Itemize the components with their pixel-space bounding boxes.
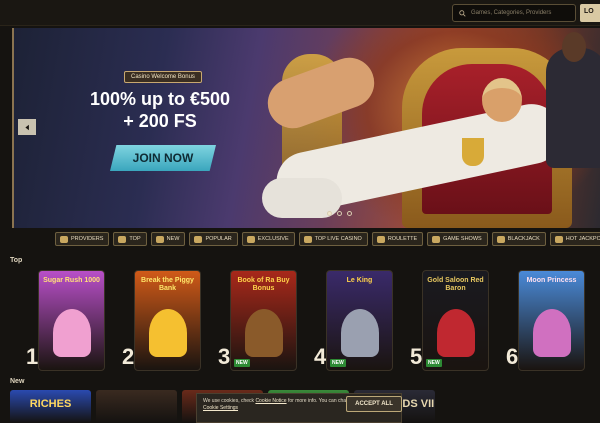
top-games-row: 1 Sugar Rush 1000 2 Break the Piggy Bank 3 Bo… (26, 270, 600, 374)
game-title: Sugar Rush 1000 (43, 277, 100, 284)
exclusive-icon (246, 235, 255, 243)
login-button[interactable]: LO (580, 4, 600, 22)
game-title: RICHES (29, 398, 72, 410)
category-bar: PROVIDERS TOP NEW POPULAR EXCLUSIVE TOP LIVE … (55, 232, 600, 246)
category-chip[interactable]: ROULETTE (371, 232, 424, 246)
carousel-dots (327, 211, 352, 216)
standing-man-art (546, 48, 600, 168)
jackpot-icon (554, 235, 563, 243)
category-chip-label: PROVIDERS (71, 236, 104, 242)
game-artwork (533, 309, 571, 357)
game-rank: 2 (122, 344, 135, 369)
game-rank: 4 (314, 344, 327, 369)
game-artwork (245, 309, 283, 357)
chevron-left-icon (24, 124, 29, 130)
category-chip[interactable]: BLACKJACK (491, 232, 546, 246)
top-game-item: 5 Gold Saloon Red Baron NEW (410, 270, 506, 374)
category-chip-label: NEW (166, 236, 180, 242)
game-title: Break the Piggy Bank (141, 277, 194, 292)
top-game-item: 2 Break the Piggy Bank (122, 270, 218, 374)
popular-icon (194, 235, 203, 243)
cookie-notice-link[interactable]: Cookie Notice (255, 398, 286, 404)
pharaoh-head-art (482, 78, 522, 122)
category-chip-label: POPULAR (205, 236, 232, 242)
live-casino-icon (303, 235, 312, 243)
category-chip-label: GAME SHOWS (443, 236, 482, 242)
cookie-text: We use cookies, check (203, 398, 256, 404)
game-title: Le King (346, 277, 373, 284)
golden-goblet-art (462, 138, 484, 166)
join-now-button[interactable]: JOIN NOW (110, 145, 216, 171)
search-placeholder: Games, Categories, Providers (471, 10, 552, 16)
providers-icon (60, 235, 68, 243)
game-title: Gold Saloon Red Baron (427, 277, 484, 292)
category-chip[interactable]: HOT JACKPOTS (549, 232, 600, 246)
game-title: Moon Princess (526, 277, 577, 284)
category-chip-label: BLACKJACK (507, 236, 540, 242)
game-tile[interactable]: Gold Saloon Red Baron NEW (422, 270, 489, 371)
search-input[interactable]: Games, Categories, Providers (452, 4, 576, 22)
new-badge: NEW (426, 359, 442, 367)
new-badge: NEW (234, 359, 250, 367)
category-chip[interactable]: EXCLUSIVE (241, 232, 295, 246)
top-game-item: 1 Sugar Rush 1000 (26, 270, 122, 374)
hero-headline: 100% up to €500 + 200 FS (70, 88, 250, 132)
category-chip[interactable]: TOP LIVE CASINO (298, 232, 368, 246)
category-chip[interactable]: NEW (150, 232, 186, 246)
carousel-dot[interactable] (327, 211, 332, 216)
carousel-prev-button[interactable] (18, 119, 36, 135)
game-artwork (149, 309, 187, 357)
game-artwork (437, 309, 475, 357)
game-tile[interactable]: Book of Ra Buy Bonus NEW (230, 270, 297, 371)
new-game-tile[interactable]: RICHES (10, 390, 91, 423)
category-chip[interactable]: TOP (113, 232, 147, 246)
game-tile[interactable]: Moon Princess (518, 270, 585, 371)
hero-headline-line2: + 200 FS (123, 111, 197, 131)
game-artwork (341, 309, 379, 357)
category-chip-label: TOP LIVE CASINO (314, 236, 362, 242)
cookie-settings-link[interactable]: Cookie Settings (203, 405, 238, 411)
game-shows-icon (432, 235, 441, 243)
game-rank: 6 (506, 344, 519, 369)
top-icon (118, 235, 127, 243)
blackjack-icon (496, 235, 505, 243)
category-chip[interactable]: GAME SHOWS (427, 232, 488, 246)
roulette-icon (376, 235, 385, 243)
accept-all-button[interactable]: ACCEPT ALL (346, 396, 402, 412)
hero-headline-line1: 100% up to €500 (89, 89, 231, 109)
carousel-dot[interactable] (337, 211, 342, 216)
carousel-dot[interactable] (347, 211, 352, 216)
game-title: Book of Ra Buy Bonus (237, 277, 290, 292)
welcome-bonus-badge: Casino Welcome Bonus (124, 71, 202, 83)
search-icon (459, 9, 466, 17)
standing-man-head-art (562, 32, 586, 62)
top-game-item: 3 Book of Ra Buy Bonus NEW (218, 270, 314, 374)
game-rank: 1 (26, 344, 39, 369)
category-chip-label: TOP (129, 236, 141, 242)
new-game-tile[interactable] (96, 390, 177, 423)
game-tile[interactable]: Le King NEW (326, 270, 393, 371)
section-title-new: New (10, 378, 25, 385)
category-chip-label: HOT JACKPOTS (565, 236, 600, 242)
category-chip-label: EXCLUSIVE (257, 236, 289, 242)
top-game-item: 6 Moon Princess (506, 270, 600, 374)
category-chip-label: ROULETTE (387, 236, 418, 242)
section-title-top: Top (10, 257, 23, 264)
game-rank: 3 (218, 344, 231, 369)
top-game-item: 4 Le King NEW (314, 270, 410, 374)
new-badge: NEW (330, 359, 346, 367)
top-bar: Games, Categories, Providers LO (0, 0, 600, 26)
game-rank: 5 (410, 344, 423, 369)
category-chip[interactable]: PROVIDERS (55, 232, 110, 246)
game-tile[interactable]: Sugar Rush 1000 (38, 270, 105, 371)
category-chip[interactable]: POPULAR (189, 232, 238, 246)
new-icon (155, 235, 164, 243)
game-tile[interactable]: Break the Piggy Bank (134, 270, 201, 371)
game-artwork (53, 309, 91, 357)
